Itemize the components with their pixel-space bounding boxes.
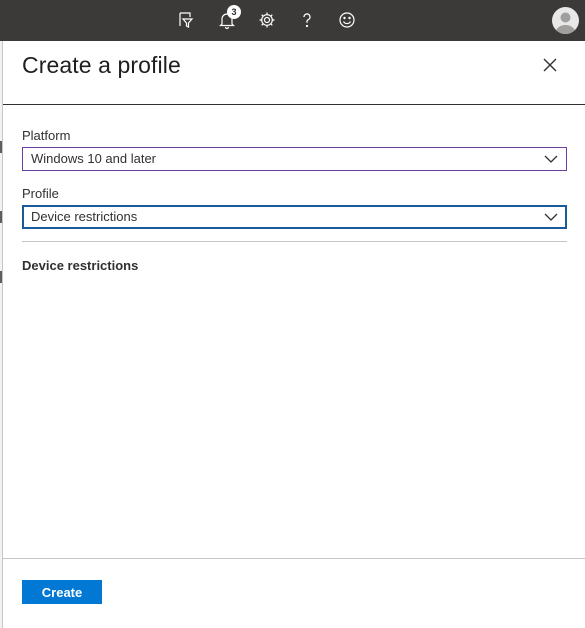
smiley-feedback-icon[interactable] — [335, 8, 359, 32]
create-profile-panel: Create a profile Platform Windows 10 and… — [3, 41, 585, 628]
avatar[interactable] — [552, 7, 579, 34]
footer-divider — [3, 558, 585, 559]
chevron-down-icon — [544, 155, 558, 163]
section-divider — [22, 241, 567, 242]
platform-selected-value: Windows 10 and later — [31, 151, 157, 166]
platform-label: Platform — [22, 128, 71, 143]
edge-mark — [0, 271, 2, 283]
device-restrictions-section-title: Device restrictions — [22, 258, 139, 273]
create-button[interactable]: Create — [22, 580, 102, 604]
chevron-down-icon — [544, 213, 558, 221]
header-divider — [3, 104, 585, 105]
directory-filter-icon[interactable] — [174, 8, 198, 32]
profile-selected-value: Device restrictions — [31, 209, 138, 224]
profile-label: Profile — [22, 186, 59, 201]
notification-count-badge: 3 — [227, 5, 241, 19]
profile-dropdown[interactable]: Device restrictions — [22, 205, 567, 229]
notifications-bell-icon[interactable]: 3 — [215, 5, 241, 32]
edge-mark — [0, 141, 2, 153]
edge-mark — [0, 211, 2, 223]
gear-icon[interactable] — [255, 8, 279, 32]
panel-title: Create a profile — [22, 52, 181, 78]
help-icon[interactable] — [295, 8, 319, 32]
close-icon[interactable] — [540, 55, 560, 75]
top-bar: 3 — [0, 0, 585, 41]
platform-dropdown[interactable]: Windows 10 and later — [22, 147, 567, 171]
